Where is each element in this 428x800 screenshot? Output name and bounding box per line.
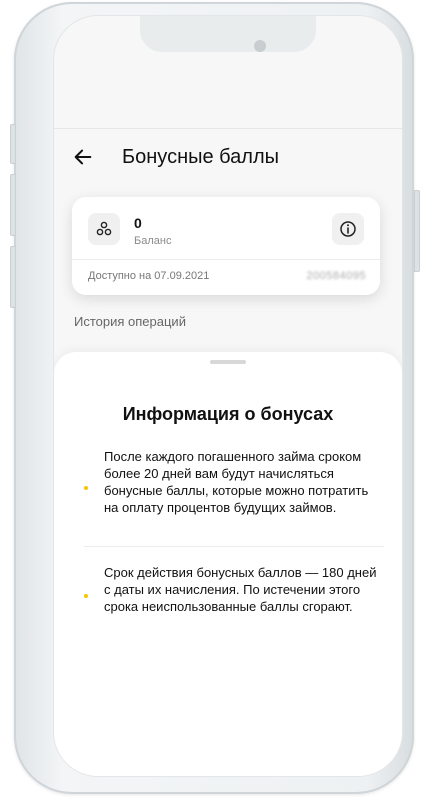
card-number: 200584095 [306, 270, 366, 282]
info-item-text: Срок действия бонусных баллов — 180 дней… [104, 565, 377, 614]
balance-label: Баланс [134, 235, 172, 247]
phone-side-button [10, 174, 16, 236]
phone-notch [140, 16, 316, 52]
info-item-text: После каждого погашенного займа сроком б… [104, 449, 369, 515]
card-divider [72, 259, 380, 260]
bottom-sheet: Информация о бонусах После каждого погаш… [54, 352, 402, 776]
available-date: Доступно на 07.09.2021 [88, 270, 210, 282]
phone-frame: Бонусные баллы 0 Баланс Доступно на 07.0… [10, 2, 420, 794]
page-title: Бонусные баллы [122, 146, 280, 168]
divider [54, 128, 402, 129]
bonus-points-icon [88, 213, 120, 245]
app-screen: Бонусные баллы 0 Баланс Доступно на 07.0… [54, 16, 402, 776]
sheet-title: Информация о бонусах [122, 404, 334, 424]
info-button[interactable] [332, 213, 364, 245]
item-divider [84, 546, 384, 547]
history-link[interactable]: История операций [74, 314, 186, 329]
bullet-icon [84, 486, 88, 490]
bullet-icon [84, 594, 88, 598]
phone-side-button [414, 190, 420, 272]
phone-side-button [10, 124, 16, 164]
camera-icon [254, 40, 266, 52]
balance-value: 0 [134, 215, 142, 231]
balance-card: 0 Баланс Доступно на 07.09.2021 20058409… [72, 197, 380, 295]
sheet-drag-handle[interactable] [210, 360, 246, 364]
arrow-left-icon[interactable] [72, 146, 94, 168]
phone-side-button [10, 246, 16, 308]
info-icon [340, 221, 356, 237]
